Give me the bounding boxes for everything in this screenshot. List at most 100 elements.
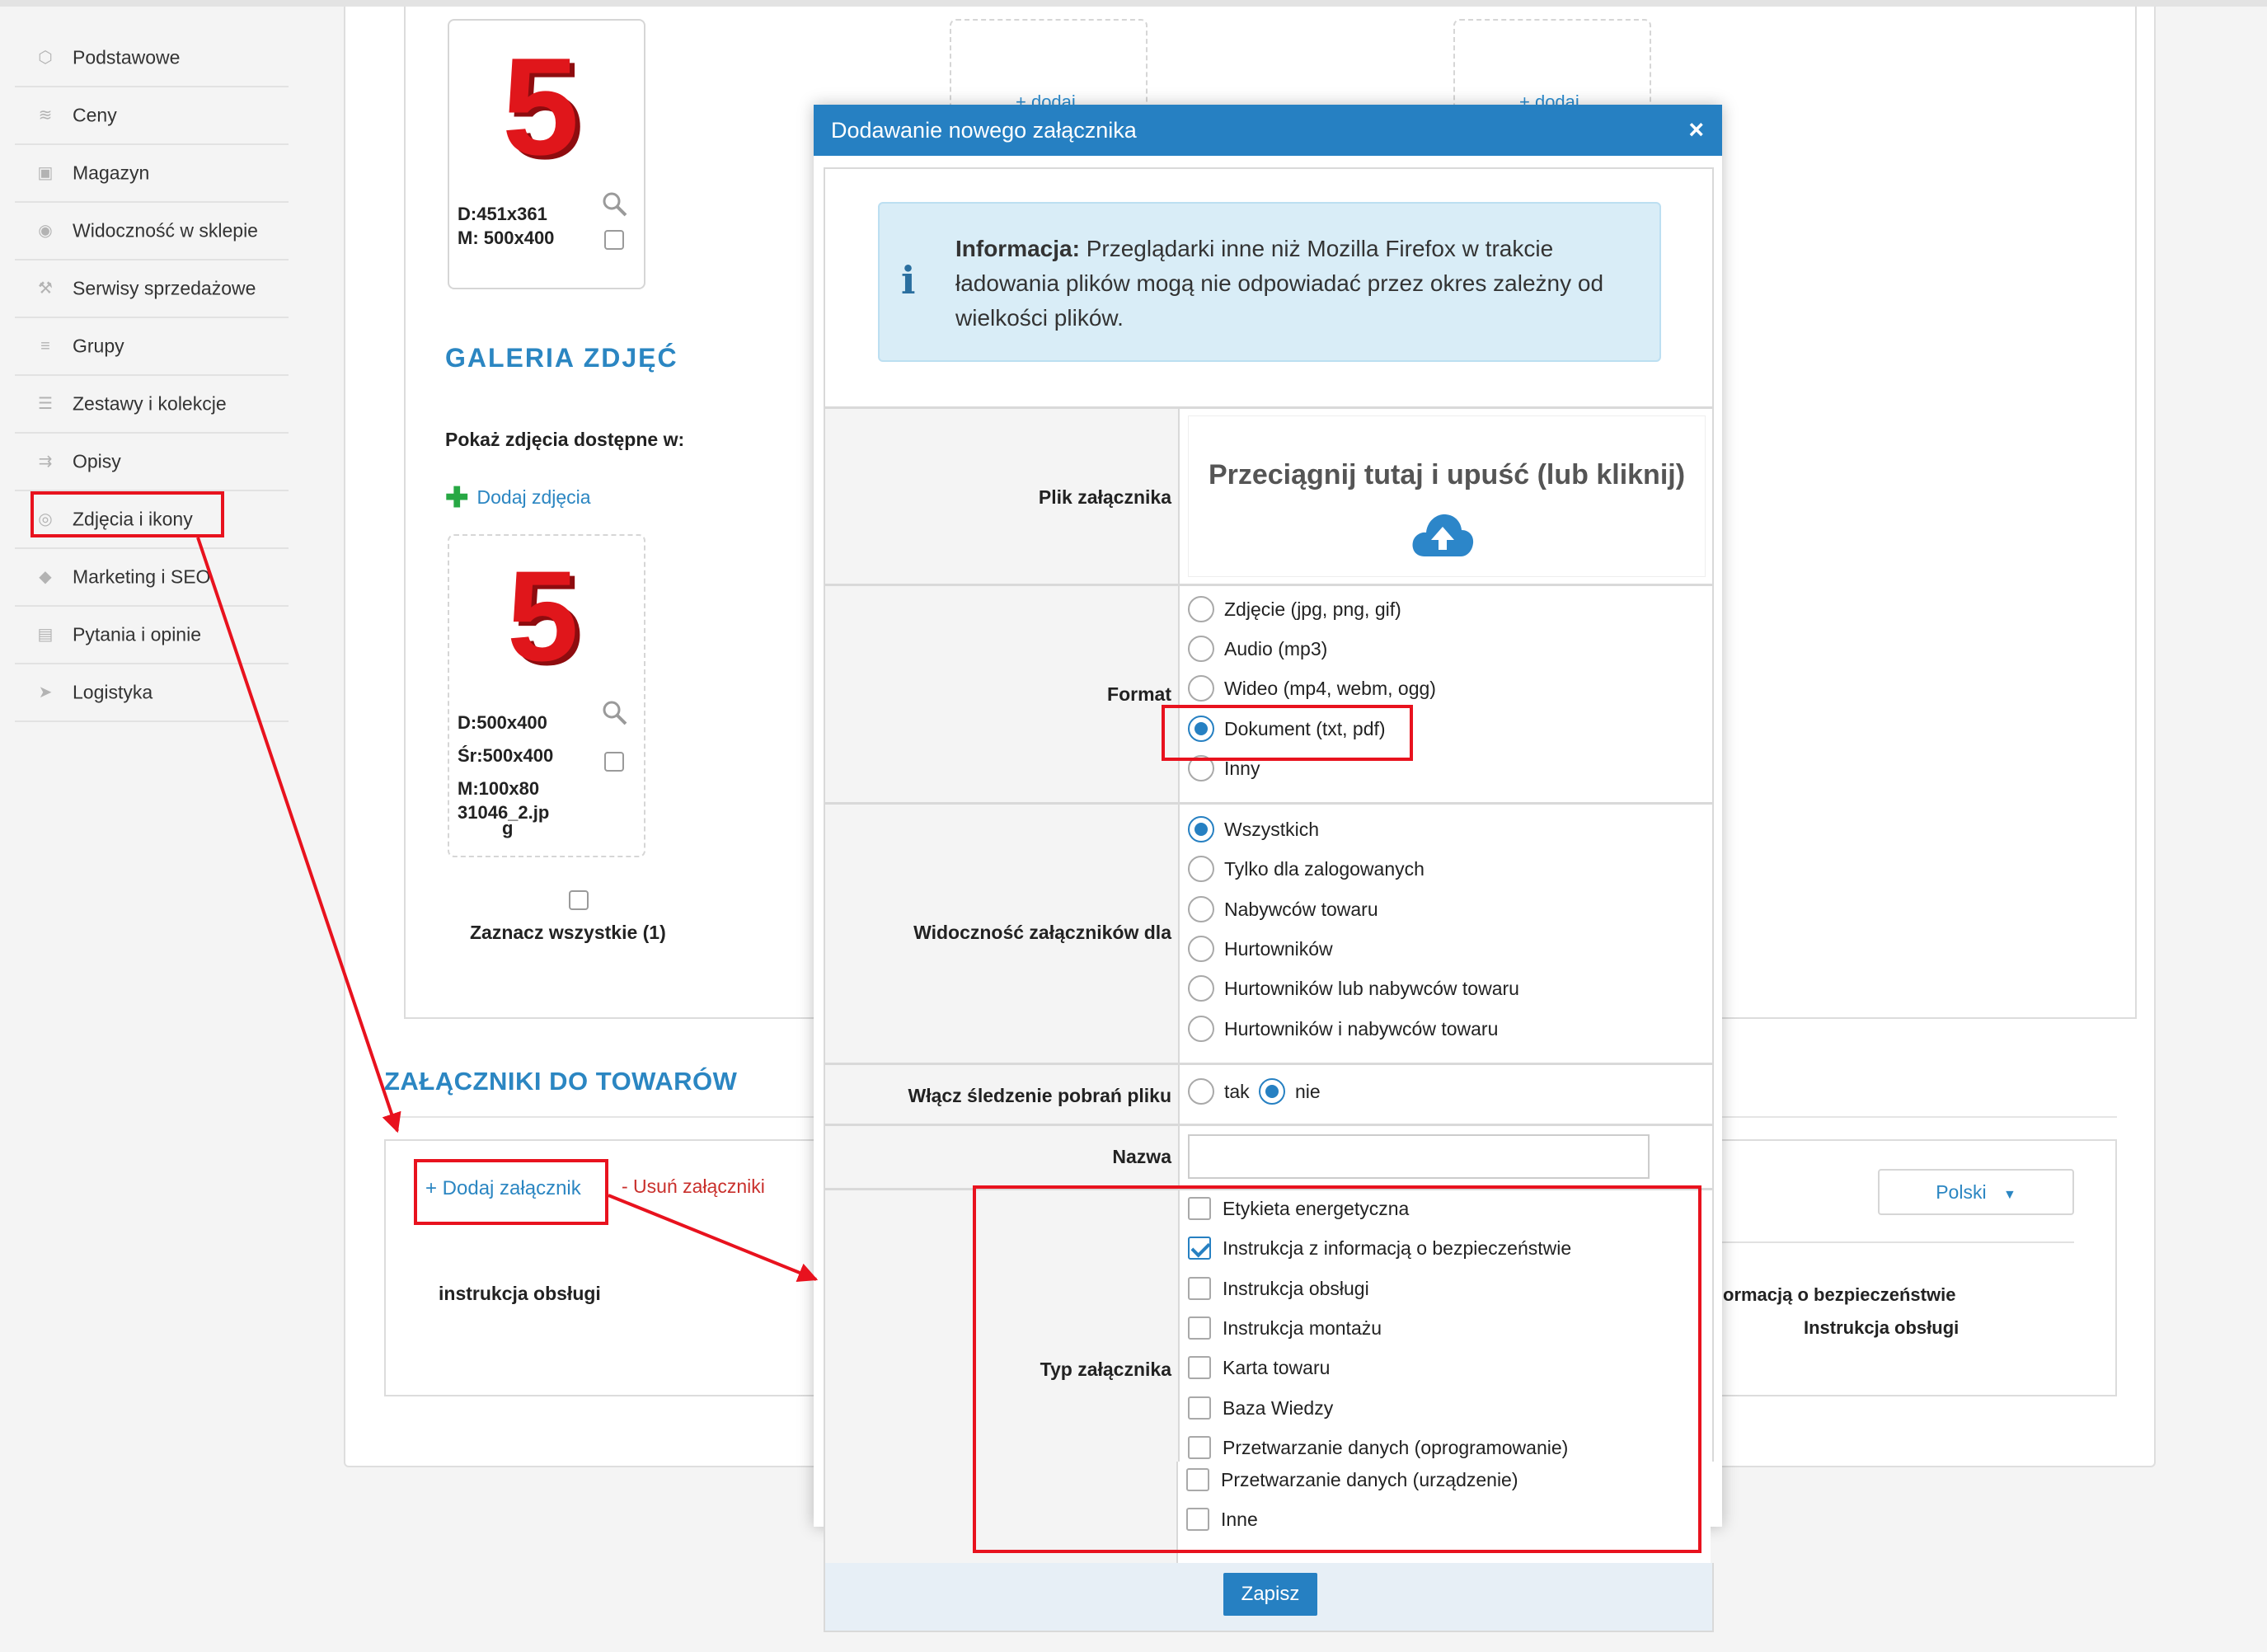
thumb-dimensions-mini: M:100x80 (458, 778, 540, 799)
sidebar-item-logistyka[interactable]: ➤ Logistyka (15, 664, 289, 722)
sidebar-item-ceny[interactable]: ≋ Ceny (15, 87, 289, 145)
sidebar-item-magazyn[interactable]: ▣ Magazyn (15, 145, 289, 203)
cloud-upload-icon (1412, 514, 1474, 556)
magnifier-icon[interactable] (601, 190, 629, 218)
sidebar-item-zestawy[interactable]: ☰ Zestawy i kolekcje (15, 376, 289, 434)
info-text: Informacja: Przeglądarki inne niż Mozill… (955, 232, 1640, 336)
main-image-thumb[interactable]: 5 D:451x361 M: 500x400 (448, 19, 645, 289)
thumb-checkbox[interactable] (604, 752, 624, 772)
format-content: Zdjęcie (jpg, png, gif) Audio (mp3) Wide… (1178, 586, 1712, 802)
visibility-option-logged[interactable]: Tylko dla zalogowanych (1188, 856, 1425, 882)
radio[interactable] (1188, 975, 1214, 1002)
file-row: Plik załącznika Przeciągnij tutaj i upuś… (825, 406, 1712, 584)
radio[interactable] (1188, 1078, 1214, 1105)
radio[interactable] (1188, 856, 1214, 882)
format-option-image[interactable]: Zdjęcie (jpg, png, gif) (1188, 596, 1401, 622)
name-label: Nazwa (1112, 1146, 1171, 1167)
radio[interactable] (1188, 1016, 1214, 1042)
thumb-dimensions-mini: M: 500x400 (458, 228, 555, 248)
modal-title: Dodawanie nowego załącznika (831, 118, 1137, 143)
thumb-dimensions: D:451x361 (458, 204, 547, 224)
sidebar-item-grupy[interactable]: ≡ Grupy (15, 318, 289, 376)
file-dropzone[interactable]: Przeciągnij tutaj i upuść (lub kliknij) (1188, 415, 1706, 577)
name-row: Nazwa (825, 1124, 1712, 1188)
product-image: 5 (502, 29, 580, 184)
visibility-option-wholesalers-or-buyers[interactable]: Hurtowników lub nabywców towaru (1188, 975, 1519, 1002)
radio[interactable] (1188, 896, 1214, 922)
visibility-label: Widoczność załączników dla (913, 922, 1171, 943)
option-label: nie (1295, 1080, 1321, 1102)
sidebar-item-label: Logistyka (73, 681, 153, 703)
name-content (1178, 1126, 1712, 1188)
visibility-content: Wszystkich Tylko dla zalogowanych Nabywc… (1178, 805, 1712, 1063)
sidebar-item-podstawowe[interactable]: ⬡ Podstawowe (15, 30, 289, 87)
sidebar-item-label: Podstawowe (73, 46, 181, 68)
attachments-title: ZAŁĄCZNIKI DO TOWARÓW (384, 1067, 738, 1096)
radio-selected[interactable] (1259, 1078, 1285, 1105)
select-all-label: Zaznacz wszystkie (1) (470, 922, 666, 943)
option-label: Wideo (mp4, webm, ogg) (1224, 677, 1436, 699)
sidebar-item-label: Grupy (73, 335, 124, 357)
tracking-label: Włącz śledzenie pobrań pliku (908, 1085, 1171, 1106)
sidebar-item-marketing[interactable]: ◆ Marketing i SEO (15, 549, 289, 607)
select-all-checkbox[interactable] (569, 890, 589, 910)
plus-icon: ✚ (445, 481, 469, 514)
radio-selected[interactable] (1188, 816, 1214, 842)
sidebar: ⬡ Podstawowe ≋ Ceny ▣ Magazyn ◉ Widoczno… (15, 30, 289, 722)
visibility-option-wholesalers[interactable]: Hurtowników (1188, 936, 1333, 962)
archive-icon: ▣ (37, 164, 54, 182)
format-option-video[interactable]: Wideo (mp4, webm, ogg) (1188, 675, 1436, 702)
add-photos-link[interactable]: ✚ Dodaj zdjęcia (445, 481, 591, 514)
option-label: Wszystkich (1224, 818, 1319, 840)
visibility-option-wholesalers-and-buyers[interactable]: Hurtowników i nabywców towaru (1188, 1016, 1498, 1042)
gallery-image-thumb[interactable]: 5 D:500x400 Śr:500x400 M:100x80 31046_2.… (448, 534, 645, 857)
option-label: Tylko dla zalogowanych (1224, 857, 1425, 880)
image-placeholder[interactable]: + dodaj (1453, 19, 1651, 112)
tracking-content: tak nie (1178, 1065, 1712, 1124)
radio[interactable] (1188, 596, 1214, 622)
radio[interactable] (1188, 936, 1214, 962)
close-icon[interactable]: × (1688, 115, 1704, 145)
cube-icon: ⬡ (38, 49, 53, 67)
visibility-option-all[interactable]: Wszystkich (1188, 816, 1319, 842)
language-label: Polski (1936, 1181, 1987, 1203)
info-title: Informacja: (955, 236, 1080, 261)
sidebar-item-label: Serwisy sprzedażowe (73, 277, 256, 299)
sidebar-item-label: Zestawy i kolekcje (73, 392, 227, 415)
thumb-checkbox[interactable] (604, 230, 624, 250)
thumb-dimensions-avg: Śr:500x400 (458, 745, 554, 766)
option-label: Hurtowników i nabywców towaru (1224, 1017, 1499, 1040)
language-dropdown[interactable]: Polski ▼ (1878, 1169, 2074, 1215)
add-photos-label: Dodaj zdjęcia (476, 486, 591, 508)
sidebar-item-opisy[interactable]: ⇉ Opisy (15, 434, 289, 491)
remove-attachments-button[interactable]: - Usuń załączniki (622, 1176, 765, 1198)
sidebar-item-label: Pytania i opinie (73, 623, 201, 645)
sidebar-item-widocznosc[interactable]: ◉ Widoczność w sklepie (15, 203, 289, 260)
format-option-audio[interactable]: Audio (mp3) (1188, 636, 1327, 662)
tracking-no[interactable]: nie (1259, 1078, 1321, 1105)
caret-down-icon: ▼ (2002, 1188, 2016, 1202)
product-image: 5 (507, 545, 579, 688)
sidebar-item-label: Marketing i SEO (73, 566, 211, 588)
visibility-row: Widoczność załączników dla Wszystkich Ty… (825, 802, 1712, 1063)
radio[interactable] (1188, 675, 1214, 702)
radio[interactable] (1188, 636, 1214, 662)
image-placeholder[interactable]: + dodaj (950, 19, 1148, 112)
text-icon: ⇉ (38, 453, 53, 471)
tracking-yes[interactable]: tak (1188, 1078, 1250, 1105)
file-content: Przeciągnij tutaj i upuść (lub kliknij) (1178, 409, 1712, 584)
magnifier-icon[interactable] (601, 699, 629, 727)
format-row: Format Zdjęcie (jpg, png, gif) Audio (mp… (825, 584, 1712, 802)
option-label: Hurtowników (1224, 937, 1333, 960)
dropzone-text: Przeciągnij tutaj i upuść (lub kliknij) (1208, 459, 1686, 490)
hammer-icon: ⚒ (38, 279, 53, 298)
send-icon: ➤ (38, 683, 53, 702)
sidebar-item-pytania[interactable]: ▤ Pytania i opinie (15, 607, 289, 664)
save-button[interactable]: Zapisz (1223, 1573, 1317, 1616)
highlight-sidebar-photos (31, 491, 224, 537)
visibility-option-buyers[interactable]: Nabywców towaru (1188, 896, 1378, 922)
sidebar-item-label: Magazyn (73, 162, 150, 184)
sidebar-item-serwisy[interactable]: ⚒ Serwisy sprzedażowe (15, 260, 289, 318)
name-input[interactable] (1188, 1134, 1650, 1179)
option-label: Nabywców towaru (1224, 898, 1378, 920)
